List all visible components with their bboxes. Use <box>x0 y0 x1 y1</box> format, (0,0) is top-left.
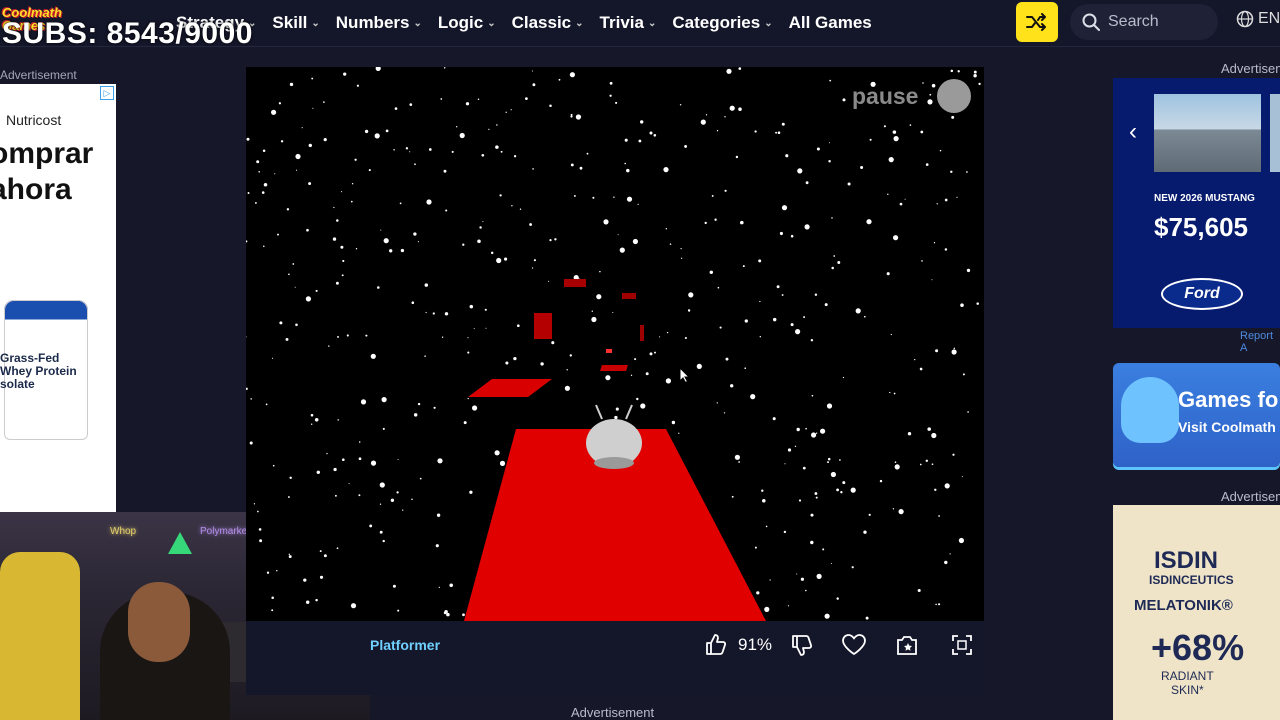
player-shadow <box>594 457 634 469</box>
dislike-button[interactable] <box>782 629 822 661</box>
floating-block-5 <box>606 349 612 353</box>
game-canvas[interactable]: pause <box>246 67 984 621</box>
chevron-down-icon: ⌄ <box>487 17 496 29</box>
isdin-stat-caption: RADIANT SKIN* <box>1161 669 1214 697</box>
language-label: EN <box>1258 10 1280 27</box>
streamer-head <box>128 582 190 662</box>
thumbs-down-icon <box>792 635 813 656</box>
floating-block-3 <box>622 293 636 299</box>
game-scene <box>464 279 766 621</box>
car-price: $75,605 <box>1154 212 1248 242</box>
fullscreen-button[interactable] <box>942 629 982 661</box>
ad-cta-line2: ahora <box>0 173 72 206</box>
heart-icon <box>842 634 866 656</box>
ad-cta-line1: omprar <box>0 137 94 170</box>
nav-item-skill[interactable]: Skill ⌄ <box>272 13 319 33</box>
player-antenna-right <box>625 404 633 420</box>
octopus-mascot-icon <box>1121 377 1179 443</box>
chevron-down-icon: ⌄ <box>413 17 422 29</box>
floating-platform-mid <box>600 365 628 371</box>
ad-product-line3: solate <box>0 377 35 391</box>
screenshot-button[interactable] <box>888 629 928 661</box>
isdin-brand: ISDIN <box>1154 547 1219 574</box>
shuffle-icon <box>1026 13 1046 31</box>
nav-item-label: Logic <box>437 13 484 32</box>
next-car-photo <box>1270 94 1280 172</box>
ford-logo: Ford <box>1161 278 1243 310</box>
genre-tag[interactable]: Platformer <box>370 637 440 653</box>
right-ad-label-2: Advertisem <box>1221 489 1280 504</box>
neon-sign-1: Whop <box>110 526 137 537</box>
report-ad-link[interactable]: Report A <box>1240 330 1280 354</box>
nav-item-label: Skill <box>272 13 308 32</box>
isdin-stat-line1: RADIANT <box>1161 669 1214 683</box>
nav-item-trivia[interactable]: Trivia ⌄ <box>600 13 657 33</box>
isdin-stat-line2: SKIN* <box>1170 683 1204 697</box>
ad-brand: Nutricost <box>6 112 62 128</box>
player-antenna-left <box>595 404 603 420</box>
isdin-stat: +68% <box>1151 627 1245 668</box>
adchoices-icon[interactable]: ▷ <box>100 86 114 100</box>
like-button[interactable] <box>696 629 736 661</box>
rating-controls: 91% <box>696 629 982 661</box>
carousel-prev-icon[interactable]: ‹ <box>1129 118 1137 146</box>
ad-label: Advertisement <box>0 68 77 82</box>
pause-label[interactable]: pause <box>852 83 918 110</box>
neon-triangle-logo <box>168 532 192 554</box>
nav-item-numbers[interactable]: Numbers ⌄ <box>336 13 422 33</box>
isdin-sub-brand: ISDINCEUTICS <box>1149 573 1234 587</box>
floating-platform-left <box>468 379 552 397</box>
chevron-down-icon: ⌄ <box>311 17 320 29</box>
promo-title: Games fo <box>1178 387 1279 412</box>
main-nav: Strategy ⌄ Skill ⌄ Numbers ⌄ Logic ⌄ Classic ⌄ Tri… <box>176 0 888 46</box>
chevron-down-icon: ⌄ <box>575 17 584 29</box>
chevron-down-icon: ⌄ <box>764 17 773 29</box>
left-advertisement[interactable]: ▷ Nutricost omprar ahora Grass-Fed Whey … <box>0 84 116 512</box>
isdin-product: MELATONIK® <box>1134 597 1233 614</box>
nav-item-logic[interactable]: Logic ⌄ <box>438 13 496 33</box>
nav-item-label: All Games <box>788 13 872 32</box>
thumbs-up-icon <box>706 634 727 655</box>
bottom-ad-label: Advertisement <box>571 705 655 720</box>
nav-item-label: Numbers <box>335 13 410 32</box>
ford-mustang-ad[interactable]: ‹ NEW 2026 MUSTANG $75,605 Ford <box>1113 78 1280 328</box>
game-toolbar: Platformer 91% <box>246 621 984 695</box>
search-placeholder: Search <box>1108 13 1159 30</box>
ad-cta: omprar ahora <box>0 136 93 208</box>
car-photo <box>1154 94 1261 172</box>
floating-block-4 <box>640 325 644 341</box>
right-ad-label: Advertisem <box>1221 61 1280 76</box>
gaming-chair <box>0 552 80 720</box>
pause-button[interactable] <box>937 79 971 113</box>
nav-item-classic[interactable]: Classic ⌄ <box>512 13 584 33</box>
language-selector[interactable]: EN <box>1236 10 1280 28</box>
camera-sparkle-icon <box>897 636 917 655</box>
floating-block-2 <box>564 279 586 287</box>
mouse-cursor-icon <box>679 367 691 383</box>
subs-counter-overlay: SUBS: 8543/9000 <box>2 17 253 50</box>
like-percentage: 91% <box>738 635 773 654</box>
ad-product-text: Grass-Fed Whey Protein solate <box>0 352 77 391</box>
nav-item-all-games[interactable]: All Games <box>789 13 872 33</box>
random-game-button[interactable] <box>1016 2 1058 42</box>
globe-icon <box>1236 10 1254 28</box>
chevron-down-icon: ⌄ <box>647 17 657 29</box>
nav-item-label: Categories <box>672 13 761 32</box>
floating-block-1 <box>534 313 552 339</box>
search-box[interactable]: Search <box>1070 4 1218 40</box>
fullscreen-icon <box>952 635 972 655</box>
search-icon <box>1082 13 1100 31</box>
nav-item-label: Trivia <box>599 13 644 32</box>
nav-item-label: Classic <box>511 13 572 32</box>
neon-sign-2: Polymarket <box>200 526 251 537</box>
coolmath-promo-banner[interactable]: Games fo Visit Coolmath <box>1113 363 1280 467</box>
favorite-button[interactable] <box>834 629 874 661</box>
nav-item-categories[interactable]: Categories ⌄ <box>672 13 772 33</box>
car-model: NEW 2026 MUSTANG <box>1154 193 1255 204</box>
promo-subtitle: Visit Coolmath <box>1178 419 1276 435</box>
isdin-advertisement[interactable]: ISDIN ISDINCEUTICS MELATONIK® +68% RADIA… <box>1113 505 1280 720</box>
